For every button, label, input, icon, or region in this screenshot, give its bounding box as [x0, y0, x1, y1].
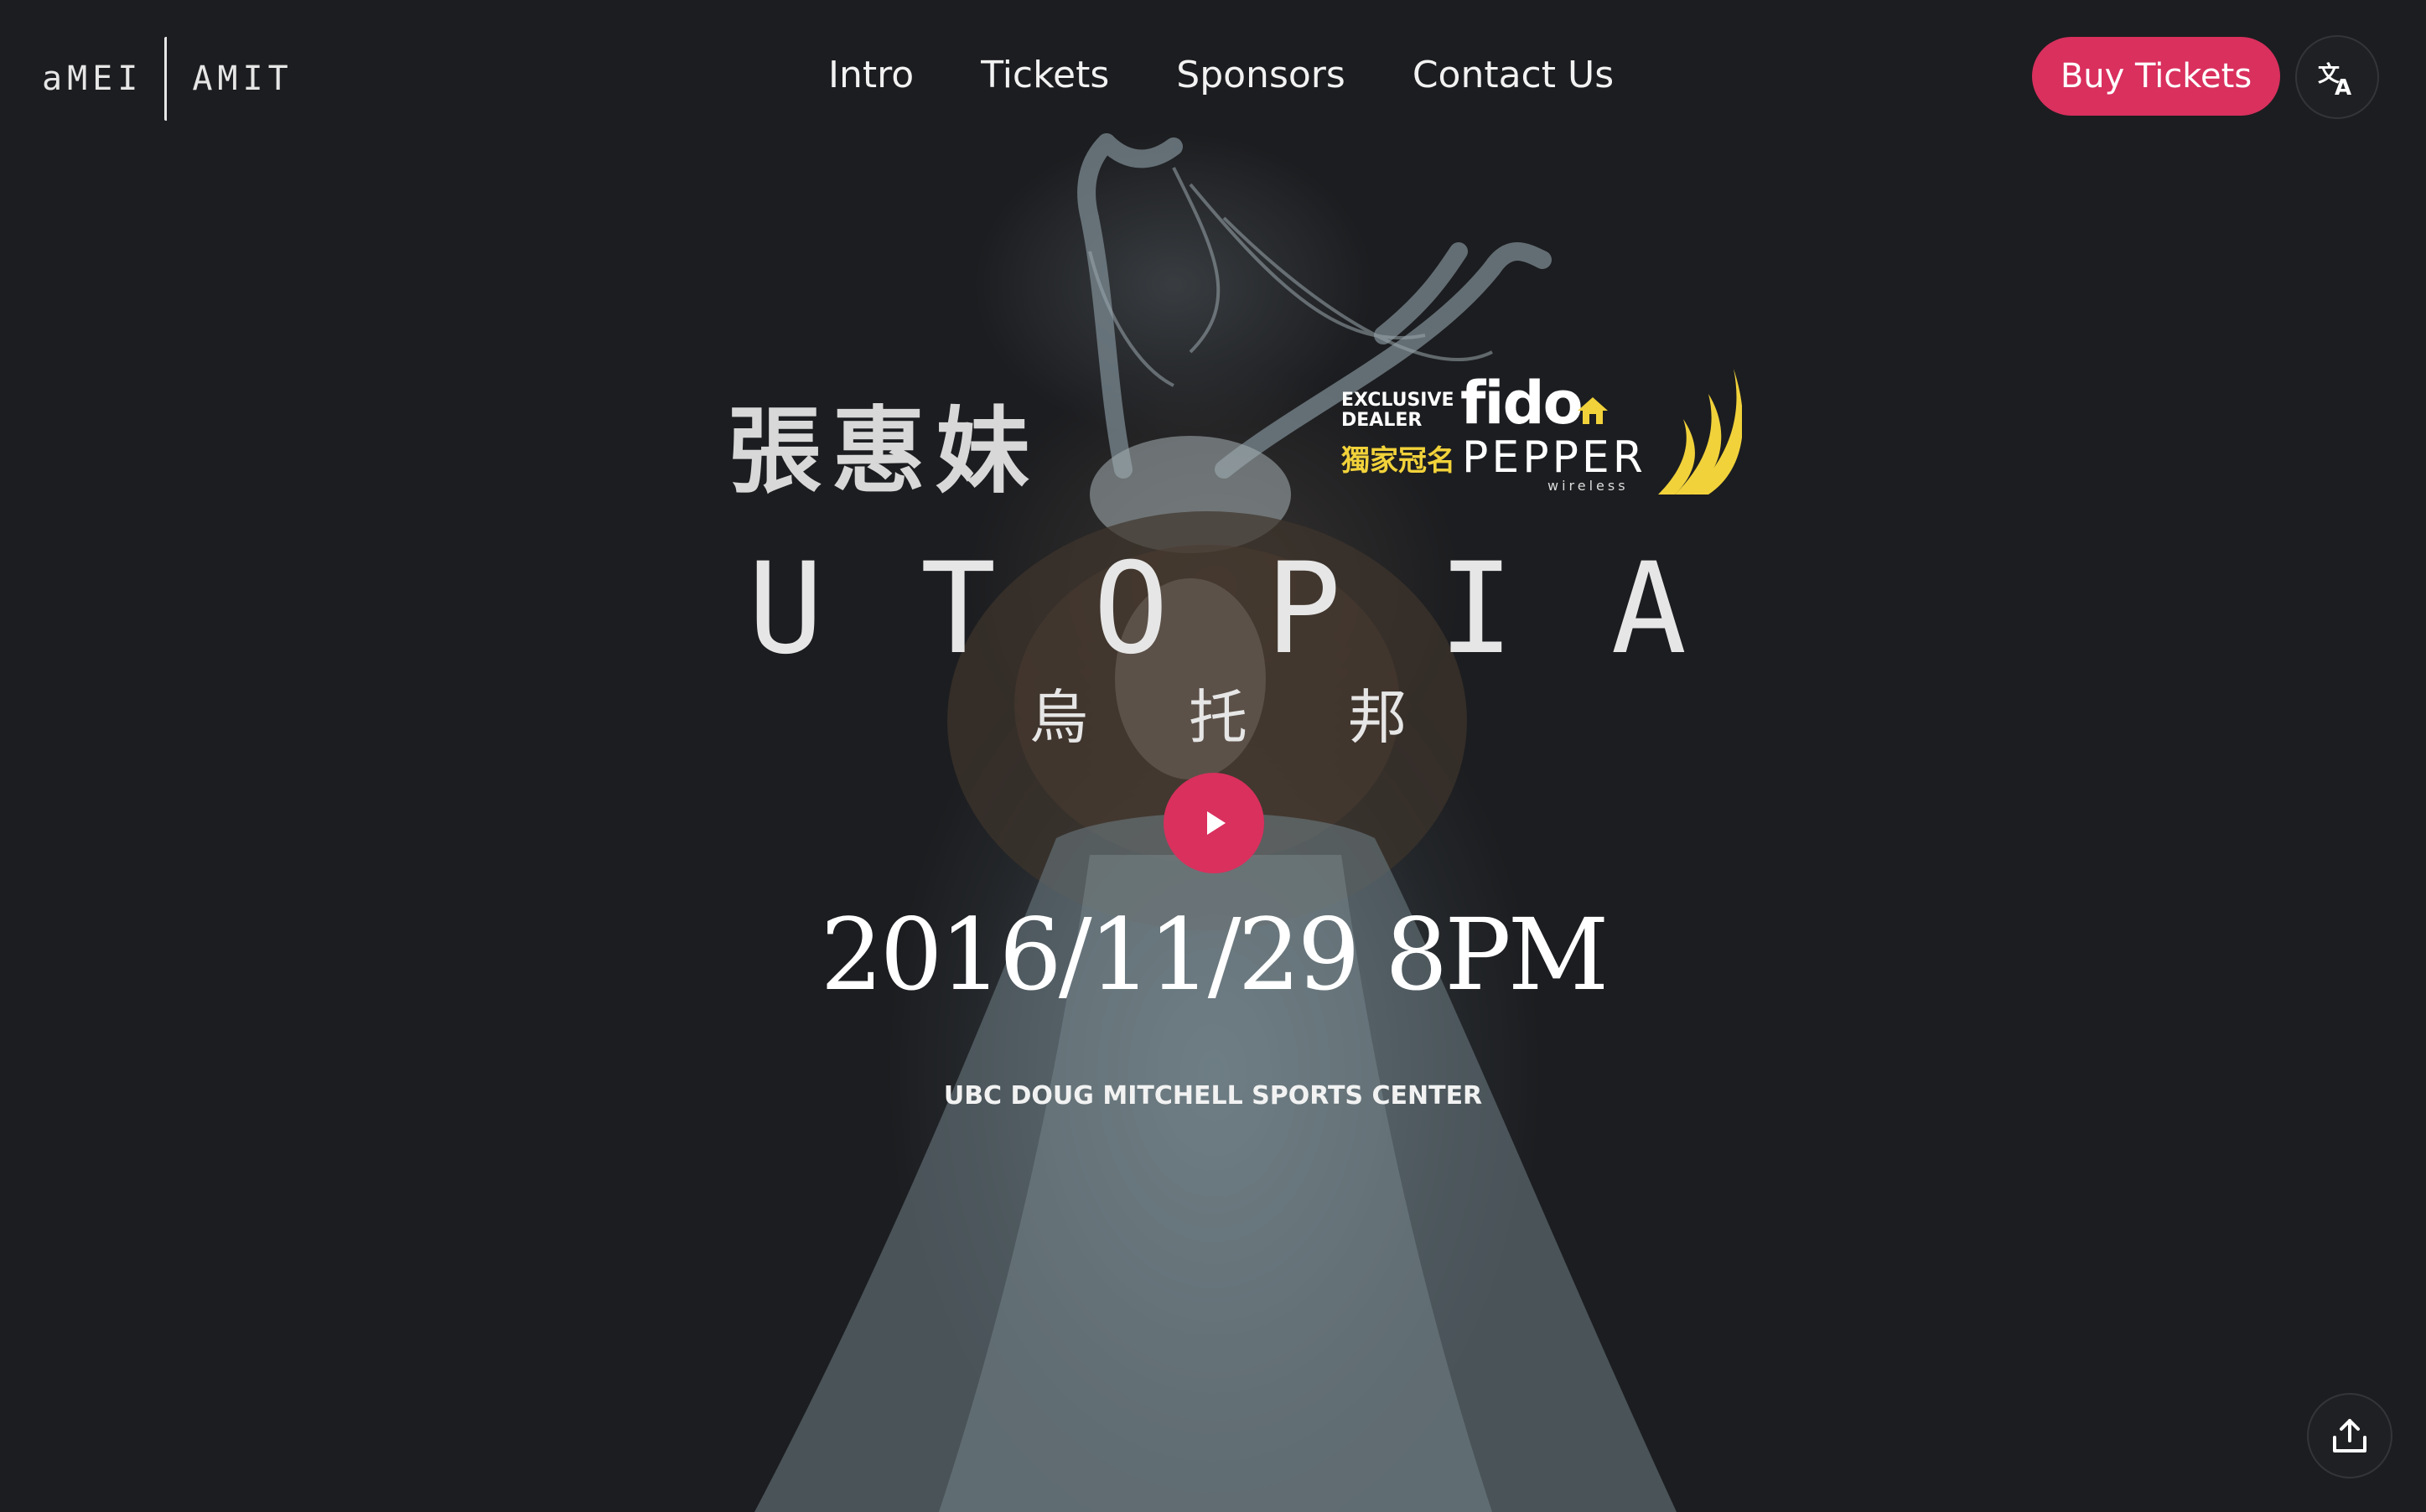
- nav-intro[interactable]: Intro: [828, 54, 914, 96]
- logo-divider: [164, 37, 170, 121]
- sponsor-pepper: PEPPER: [1462, 432, 1646, 483]
- nav-tickets[interactable]: Tickets: [981, 54, 1109, 96]
- nav-sponsors[interactable]: Sponsors: [1176, 54, 1345, 96]
- utopia-chinese-title: 烏 托 邦: [1029, 671, 1407, 752]
- pepper-wave-icon: [1658, 369, 1742, 495]
- share-upload-icon: [2333, 1419, 2366, 1452]
- buy-tickets-button[interactable]: Buy Tickets: [2032, 37, 2280, 116]
- logo-amit: AMIT: [192, 60, 293, 98]
- event-venue: UBC DOUG MITCHELL SPORTS CENTER: [943, 1081, 1483, 1111]
- utopia-letter: U: [748, 536, 824, 682]
- utopia-letter: I: [1438, 536, 1515, 682]
- utopia-letter: T: [920, 536, 997, 682]
- logo-amei: aMEI: [42, 60, 143, 98]
- utopia-letter: P: [1265, 536, 1342, 682]
- nav-contact-us[interactable]: Contact Us: [1413, 54, 1614, 96]
- site-header: aMEI AMIT Intro Tickets Sponsors Contact…: [0, 0, 2426, 159]
- svg-text:A: A: [2335, 75, 2351, 98]
- performer-image: [754, 133, 1677, 1512]
- play-video-button[interactable]: [1164, 773, 1264, 873]
- main-nav: Intro Tickets Sponsors Contact Us: [828, 54, 1614, 96]
- sponsor-fido: fido: [1460, 369, 1584, 438]
- artist-name: 張惠妹: [728, 396, 1039, 506]
- translate-icon: 文 A: [2318, 61, 2351, 98]
- utopia-title: U T O P I A: [748, 536, 1687, 682]
- play-icon: [1207, 811, 1226, 835]
- sponsor-wireless: wireless: [1547, 478, 1629, 494]
- utopia-chinese-char: 烏: [1029, 683, 1088, 752]
- share-button[interactable]: [2307, 1393, 2392, 1478]
- home-icon: [1578, 397, 1608, 424]
- utopia-letter: O: [1092, 536, 1169, 682]
- sponsor-chinese: 獨家冠名: [1341, 444, 1455, 478]
- event-date: 2016/11/29 8PM: [820, 897, 1610, 1012]
- utopia-letter: A: [1610, 536, 1687, 682]
- utopia-chinese-char: 托: [1189, 683, 1247, 752]
- logo[interactable]: aMEI AMIT: [42, 35, 293, 122]
- utopia-chinese-char: 邦: [1348, 683, 1407, 752]
- sponsor-exclusive-dealer: EXCLUSIVE DEALER: [1341, 391, 1454, 431]
- language-button[interactable]: 文 A: [2295, 35, 2379, 119]
- sponsor-dealer: DEALER: [1341, 410, 1423, 431]
- sponsor-logo: EXCLUSIVE DEALER fido 獨家冠名 PEPPER wirele…: [1340, 369, 1742, 503]
- sponsor-exclusive: EXCLUSIVE: [1341, 390, 1454, 411]
